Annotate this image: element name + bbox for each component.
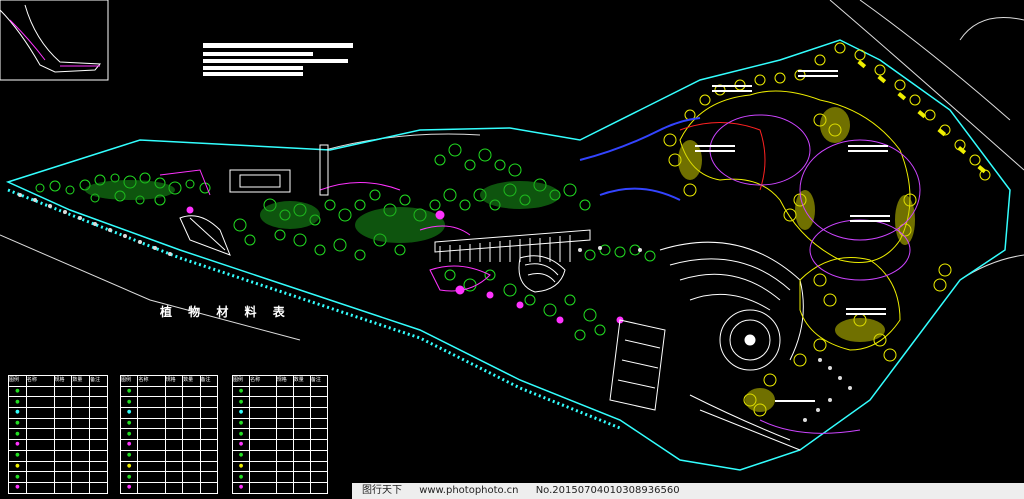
header-spec: 规格	[53, 375, 73, 387]
road-lines	[0, 0, 1024, 341]
table-row: ●	[119, 460, 219, 473]
circular-plaza	[659, 241, 804, 451]
table-row: ●	[119, 471, 219, 483]
table-row: ●	[8, 428, 108, 441]
yellow-hedge	[857, 59, 987, 174]
table-row: ●	[8, 417, 108, 430]
magenta-zone-outlines	[709, 114, 921, 434]
table-row: ●	[231, 460, 329, 473]
table-row: ●	[119, 417, 219, 430]
watermark-url: www.photophoto.cn	[419, 485, 519, 496]
plant-legend-table-2: 图例 名称 规格 数量 备注 ● ● ● ● ● ● ● ● ● ●	[119, 375, 219, 494]
legend-header-row: 图例 名称 规格 数量 备注	[8, 375, 108, 387]
header-note: 备注	[309, 375, 329, 387]
table-row: ●	[8, 471, 108, 483]
header-spec: 规格	[164, 375, 184, 387]
table-row: ●	[231, 396, 329, 409]
plant-legend-table-3: 图例 名称 规格 数量 备注 ● ● ● ● ● ● ● ● ● ●	[231, 375, 329, 494]
table-row: ●	[8, 385, 108, 398]
table-row: ●	[119, 385, 219, 398]
zone-labels	[695, 70, 890, 402]
table-row: ●	[231, 385, 329, 398]
plant-legend-table-1: 图例 名称 规格 数量 备注 ● ● ● ● ● ● ● ● ● ●	[8, 375, 108, 494]
table-row: ●	[231, 449, 329, 462]
header-note: 备注	[89, 375, 108, 387]
table-row: ●	[8, 407, 108, 419]
header-note: 备注	[199, 375, 219, 387]
table-row: ●	[231, 471, 329, 483]
table-row: ●	[231, 428, 329, 441]
legend-header-row: 图例 名称 规格 数量 备注	[231, 375, 329, 387]
header-legend: 图例	[119, 375, 139, 387]
table-row: ●	[119, 439, 219, 451]
table-row: ●	[119, 449, 219, 462]
yellow-planting-area	[663, 42, 991, 417]
watermark-id: No.20150704010308936560	[535, 485, 680, 496]
header-name: 名称	[249, 375, 277, 387]
table-row: ●	[8, 396, 108, 409]
table-row: ●	[8, 439, 108, 451]
table-row: ●	[119, 481, 219, 494]
plaza-structures	[179, 144, 666, 411]
table-row: ●	[231, 407, 329, 419]
table-row: ●	[8, 460, 108, 473]
header-spec: 规格	[275, 375, 294, 387]
table-row: ●	[231, 417, 329, 430]
plant-material-table-title: 植 物 材 料 表	[160, 305, 291, 319]
table-row: ●	[8, 449, 108, 462]
header-legend: 图例	[231, 375, 251, 387]
legend-header-row: 图例 名称 规格 数量 备注	[119, 375, 219, 387]
table-row: ●	[119, 428, 219, 441]
table-row: ●	[231, 439, 329, 451]
yellow-fill-blobs	[678, 107, 915, 412]
table-row: ●	[231, 481, 329, 494]
watermark-bar: 图行天下 www.photophoto.cn No.20150704010308…	[352, 483, 1024, 499]
key-plan-inset	[0, 0, 109, 81]
table-row: ●	[119, 407, 219, 419]
header-name: 名称	[137, 375, 166, 387]
table-row: ●	[8, 481, 108, 494]
table-row: ●	[119, 396, 219, 409]
header-name: 名称	[25, 375, 55, 387]
header-qty: 数量	[292, 375, 311, 387]
header-notes	[203, 43, 353, 76]
header-qty: 数量	[71, 375, 91, 387]
header-qty: 数量	[182, 375, 201, 387]
watermark-site-name: 图行天下	[362, 485, 402, 496]
header-legend: 图例	[8, 375, 27, 387]
